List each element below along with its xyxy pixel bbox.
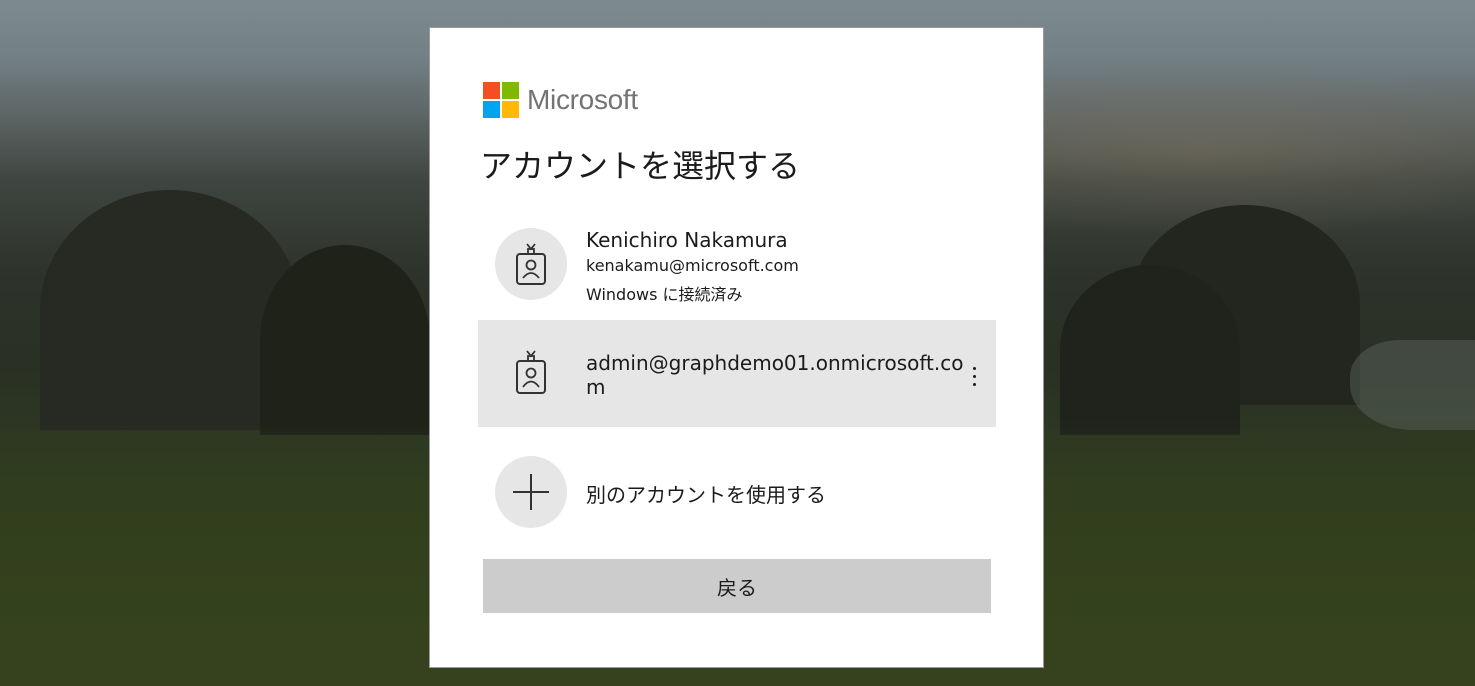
account-email: kenakamu@microsoft.com	[586, 256, 799, 275]
avatar	[495, 456, 567, 528]
badge-person-icon	[516, 350, 546, 394]
microsoft-logo: Microsoft	[483, 82, 638, 118]
account-tile-admin[interactable]: admin@graphdemo01.onmicrosoft.com	[478, 320, 996, 427]
more-vertical-icon[interactable]	[960, 361, 988, 391]
account-tile-kenichiro[interactable]: Kenichiro Nakamura kenakamu@microsoft.co…	[478, 218, 996, 318]
use-another-account-tile[interactable]: 別のアカウントを使用する	[478, 438, 996, 530]
plus-icon	[513, 474, 549, 510]
avatar	[495, 228, 567, 300]
page-title: アカウントを選択する	[480, 147, 801, 185]
account-picker-dialog: Microsoft アカウントを選択する Kenichiro Nakamura …	[429, 27, 1044, 668]
avatar	[495, 337, 567, 409]
account-name: Kenichiro Nakamura	[586, 228, 788, 252]
account-name: admin@graphdemo01.onmicrosoft.com	[586, 351, 964, 399]
background-hill	[1060, 265, 1240, 435]
microsoft-logo-icon	[483, 82, 519, 118]
use-another-account-label: 別のアカウントを使用する	[586, 483, 826, 507]
background-water	[1350, 340, 1475, 430]
microsoft-wordmark: Microsoft	[527, 84, 638, 115]
account-status: Windows に接続済み	[586, 285, 743, 304]
badge-person-icon	[516, 243, 546, 285]
back-button[interactable]: 戻る	[483, 559, 991, 613]
background-hill	[260, 245, 430, 435]
